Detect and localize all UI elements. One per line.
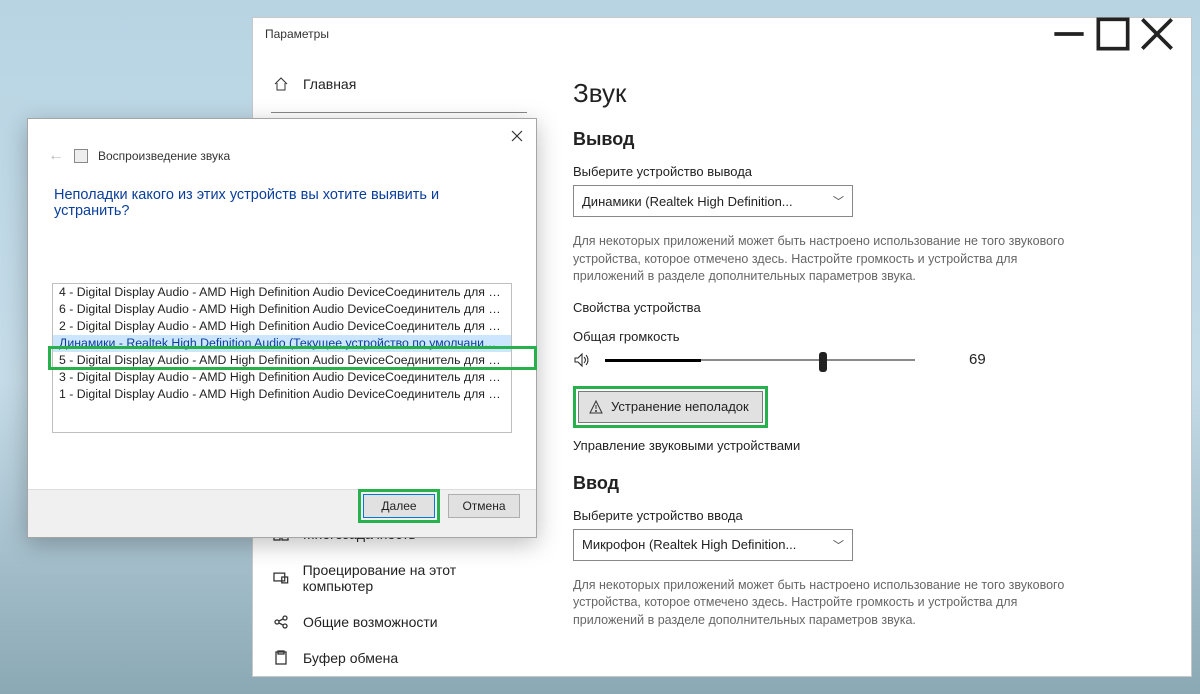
main-panel: Звук Вывод Выберите устройство вывода Ди… [545,50,1191,676]
page-title: Звук [573,78,1163,109]
cancel-button[interactable]: Отмена [448,494,520,518]
device-list-item[interactable]: 3 - Digital Display Audio - AMD High Def… [53,369,511,386]
output-device-combo[interactable]: Динамики (Realtek High Definition... ﹀ [573,185,853,217]
device-list-item[interactable]: 4 - Digital Display Audio - AMD High Def… [53,284,511,301]
minimize-button[interactable] [1047,19,1091,49]
dialog-question: Неполадки какого из этих устройств вы хо… [28,169,536,225]
volume-label: Общая громкость [573,329,1163,344]
input-device-value: Микрофон (Realtek High Definition... [582,537,796,552]
back-icon[interactable]: ← [48,147,64,165]
sidebar-home[interactable]: Главная [253,68,545,100]
projecting-icon [273,570,289,586]
home-label: Главная [303,76,356,92]
troubleshoot-highlight: Устранение неполадок [573,386,768,428]
device-list-item[interactable]: 6 - Digital Display Audio - AMD High Def… [53,301,511,318]
chevron-down-icon: ﹀ [833,193,844,209]
device-list[interactable]: 4 - Digital Display Audio - AMD High Def… [52,283,512,433]
manage-devices-link[interactable]: Управление звуковыми устройствами [573,438,1163,453]
device-list-item[interactable]: 5 - Digital Display Audio - AMD High Def… [53,352,511,369]
sidebar-item-projecting[interactable]: Проецирование на этот компьютер [253,552,545,604]
next-highlight: Далее [358,489,440,523]
dialog-close-button[interactable] [504,125,530,147]
volume-value: 69 [969,351,986,368]
warning-icon [589,400,603,414]
dialog-title: Воспроизведение звука [98,149,230,163]
sound-playback-icon [74,149,88,163]
input-device-label: Выберите устройство ввода [573,508,1163,523]
output-heading: Вывод [573,129,1163,150]
chevron-down-icon: ﹀ [833,537,844,553]
device-list-item[interactable]: 1 - Digital Display Audio - AMD High Def… [53,386,511,403]
clipboard-icon [273,650,289,666]
input-description: Для некоторых приложений может быть наст… [573,577,1073,630]
maximize-button[interactable] [1091,19,1135,49]
input-heading: Ввод [573,473,1163,494]
home-icon [273,76,289,92]
sidebar-item-label: Общие возможности [303,614,438,630]
window-title: Параметры [265,27,1047,41]
troubleshooter-dialog: ← Воспроизведение звука Неполадки какого… [27,118,537,538]
troubleshoot-label: Устранение неполадок [611,399,749,414]
speaker-icon [573,351,591,369]
slider-thumb[interactable] [819,352,827,372]
close-button[interactable] [1135,19,1179,49]
titlebar: Параметры [253,18,1191,50]
dialog-header: ← Воспроизведение звука [28,119,536,169]
troubleshoot-button[interactable]: Устранение неполадок [578,391,763,423]
volume-slider[interactable] [605,350,915,370]
next-button[interactable]: Далее [363,494,435,518]
device-list-item[interactable]: 2 - Digital Display Audio - AMD High Def… [53,318,511,335]
device-properties-link[interactable]: Свойства устройства [573,300,1163,315]
dialog-button-row: Далее Отмена [28,489,536,537]
output-description: Для некоторых приложений может быть наст… [573,233,1073,286]
sidebar-item-shared[interactable]: Общие возможности [253,604,545,640]
output-device-label: Выберите устройство вывода [573,164,1163,179]
device-list-item-selected[interactable]: Динамики - Realtek High Definition Audio… [53,335,511,352]
input-device-combo[interactable]: Микрофон (Realtek High Definition... ﹀ [573,529,853,561]
shared-icon [273,614,289,630]
sidebar-item-label: Проецирование на этот компьютер [303,562,525,594]
sidebar-item-clipboard[interactable]: Буфер обмена [253,640,545,676]
output-device-value: Динамики (Realtek High Definition... [582,194,793,209]
sidebar-item-label: Буфер обмена [303,650,398,666]
